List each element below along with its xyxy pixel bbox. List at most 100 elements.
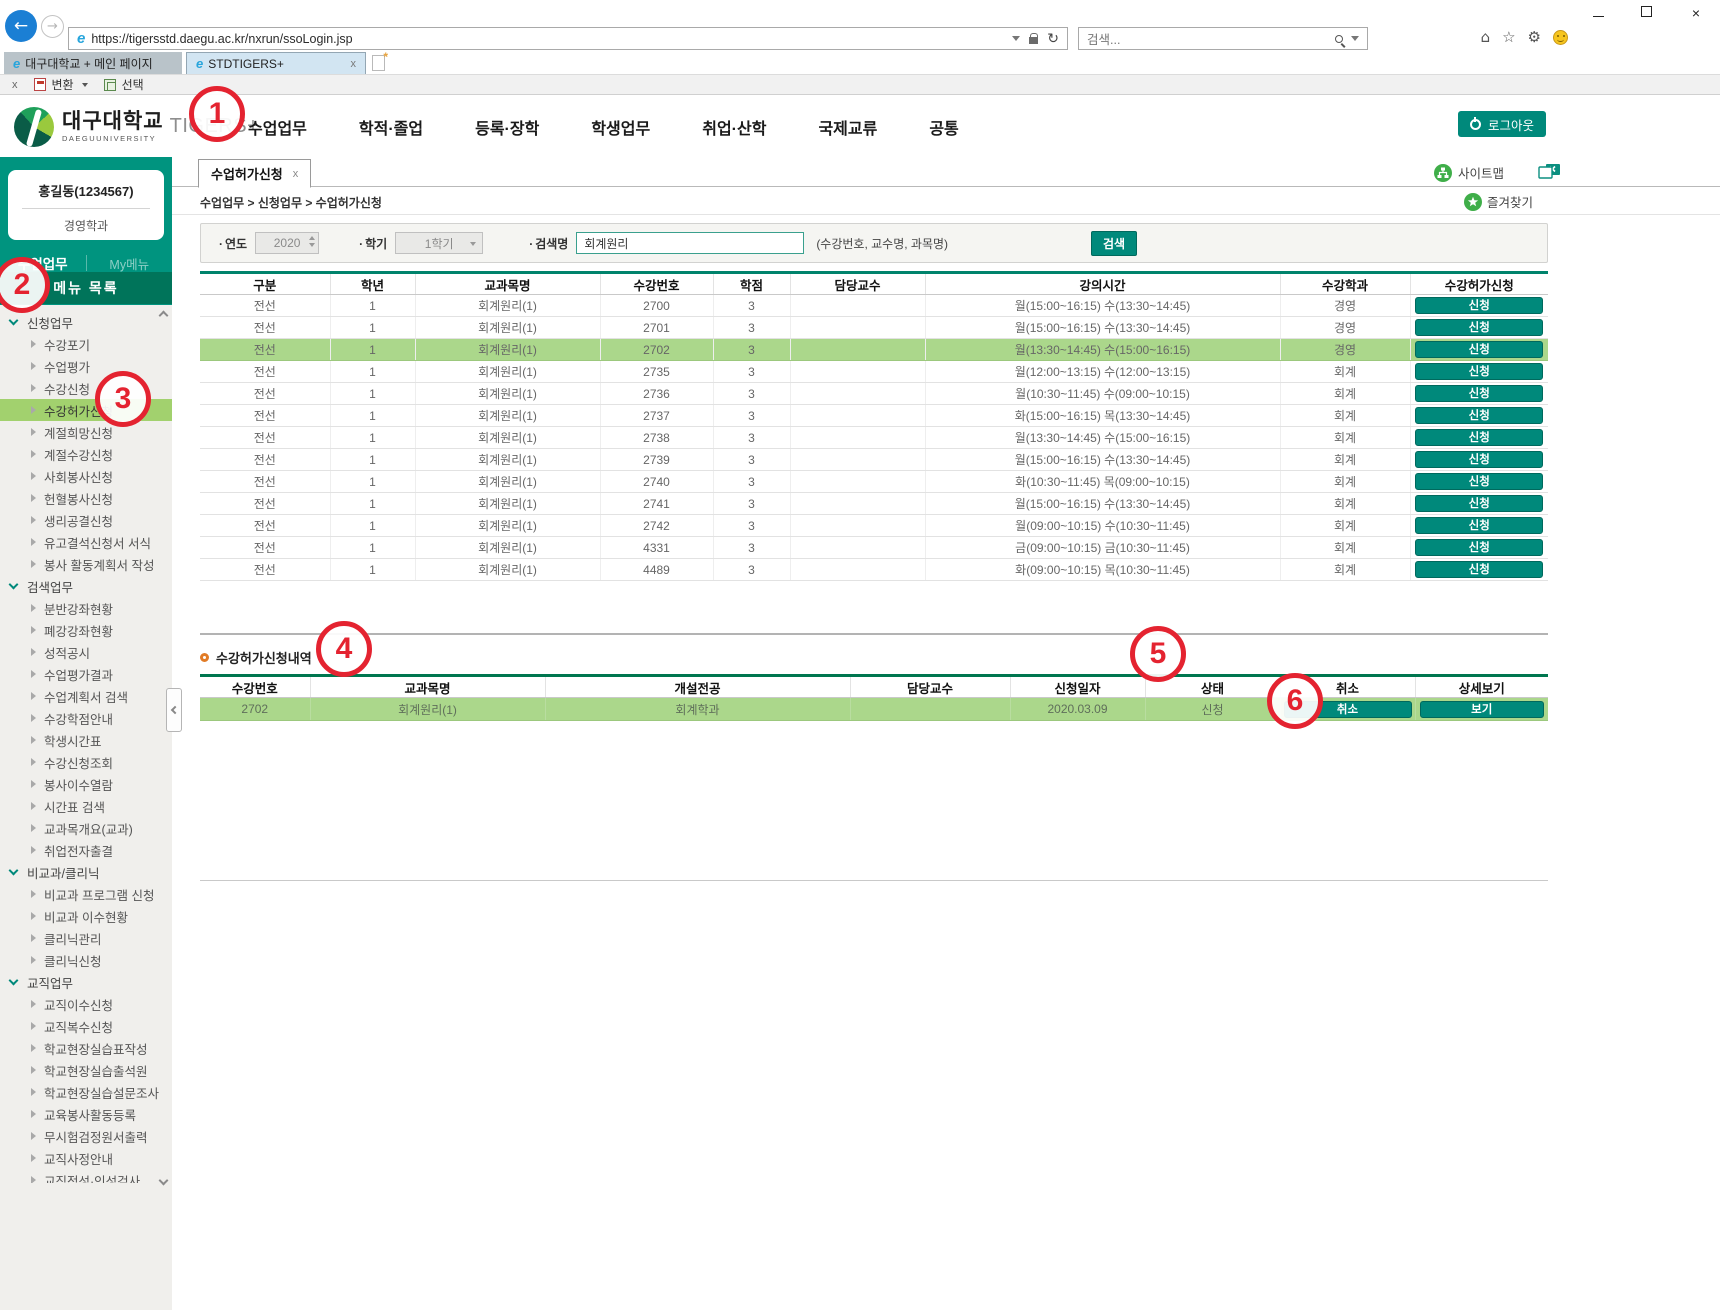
sidebar-tree-item[interactable]: 클리닉관리: [0, 927, 172, 949]
settings-gear-icon[interactable]: ⚙: [1528, 28, 1541, 46]
toolbar-close-icon[interactable]: x: [12, 79, 18, 91]
nav-item-career[interactable]: 취업·산학: [702, 115, 766, 139]
sidebar-tree-item[interactable]: 비교과 프로그램 신청: [0, 883, 172, 905]
sidebar-tree-item[interactable]: 사회봉사신청: [0, 465, 172, 487]
apply-button[interactable]: 신청: [1415, 363, 1543, 380]
sidebar-tree-item[interactable]: 무시험검정원서출력: [0, 1125, 172, 1147]
sidebar-tree-item[interactable]: 비교과 이수현황: [0, 905, 172, 927]
sidebar-tree-item[interactable]: 학교현장실습표작성: [0, 1037, 172, 1059]
sidebar-tree-item[interactable]: 수강학점안내: [0, 707, 172, 729]
apply-button[interactable]: 신청: [1415, 297, 1543, 314]
sidebar-tree-item[interactable]: 클리닉신청: [0, 949, 172, 971]
apply-button[interactable]: 신청: [1415, 407, 1543, 424]
apply-button[interactable]: 신청: [1415, 451, 1543, 468]
apply-button[interactable]: 신청: [1415, 517, 1543, 534]
search-button[interactable]: 검색: [1091, 231, 1137, 256]
scroll-down-icon[interactable]: [160, 1177, 169, 1186]
nav-item-registration[interactable]: 등록·장학: [475, 115, 539, 139]
feedback-smiley-icon[interactable]: [1553, 30, 1568, 45]
apply-button[interactable]: 신청: [1415, 429, 1543, 446]
sidebar-tree-item[interactable]: 교직업무: [0, 971, 172, 993]
nav-item-student[interactable]: 학생업무: [591, 115, 650, 139]
apply-button[interactable]: 신청: [1415, 495, 1543, 512]
nav-item-international[interactable]: 국제교류: [818, 115, 877, 139]
sidebar-tree-item[interactable]: 봉사 활동계획서 작성: [0, 553, 172, 575]
sidebar-tree-item[interactable]: 유고결석신청서 서식: [0, 531, 172, 553]
sidebar-tree-item[interactable]: 교직복수신청: [0, 1015, 172, 1037]
minimize-button[interactable]: [1593, 16, 1604, 17]
logout-button[interactable]: 로그아웃: [1458, 111, 1546, 137]
sidebar-tree-item[interactable]: 학교현장실습출석원: [0, 1059, 172, 1081]
sidebar-tree-item[interactable]: 교직사정안내: [0, 1147, 172, 1169]
year-spinner[interactable]: 2020: [255, 232, 319, 254]
sidebar-tree-item[interactable]: 교직적성·인성검사: [0, 1169, 172, 1183]
sidebar-tree-item[interactable]: 교직이수신청: [0, 993, 172, 1015]
cancel-button[interactable]: 취소: [1284, 701, 1412, 718]
sidebar-tree-item[interactable]: 교육봉사활동등록: [0, 1103, 172, 1125]
sidebar-tree-item[interactable]: 교과목개요(교과): [0, 817, 172, 839]
sitemap-link[interactable]: 사이트맵: [1434, 163, 1504, 182]
apply-button[interactable]: 신청: [1415, 561, 1543, 578]
view-detail-button[interactable]: 보기: [1420, 701, 1544, 718]
convert-dropdown-icon[interactable]: [82, 83, 88, 87]
sidebar-tree-item[interactable]: 봉사이수열람: [0, 773, 172, 795]
tab-close-icon[interactable]: x: [293, 168, 299, 180]
sidebar-tree-item[interactable]: 수강신청조회: [0, 751, 172, 773]
nav-item-common[interactable]: 공통: [929, 115, 958, 139]
url-dropdown-icon[interactable]: [1012, 36, 1020, 41]
university-logo[interactable]: [14, 107, 54, 147]
sidebar-tab-my-menu[interactable]: My메뉴: [87, 254, 173, 273]
sidebar-tree-item[interactable]: 신청업무: [0, 311, 172, 333]
url-field[interactable]: e https://tigersstd.daegu.ac.kr/nxrun/ss…: [68, 27, 1068, 50]
forward-button[interactable]: →: [41, 15, 64, 38]
search-icon[interactable]: [1335, 35, 1343, 43]
home-icon[interactable]: ⌂: [1481, 28, 1491, 46]
sidebar-tree-item[interactable]: 분반강좌현황: [0, 597, 172, 619]
apply-button[interactable]: 신청: [1415, 341, 1543, 358]
sidebar-tree-item[interactable]: 취업전자출결: [0, 839, 172, 861]
tab-close-icon[interactable]: x: [351, 58, 357, 70]
content-tab-course-permission[interactable]: 수업허가신청 x: [198, 159, 311, 188]
spin-up-icon[interactable]: [309, 236, 315, 240]
maximize-button[interactable]: [1641, 6, 1652, 17]
sidebar-collapse-handle[interactable]: [166, 688, 182, 732]
sidebar-tree-item[interactable]: 수강신청: [0, 377, 172, 399]
sidebar-tree-item[interactable]: 검색업무: [0, 575, 172, 597]
sidebar-tree-item[interactable]: 비교과/클리닉: [0, 861, 172, 883]
keyword-input[interactable]: 회계원리: [576, 232, 804, 254]
sidebar-tree-item[interactable]: 수업계획서 검색: [0, 685, 172, 707]
new-tab-button[interactable]: [372, 55, 385, 71]
nav-item-course[interactable]: 수업업무: [248, 115, 307, 139]
apply-button[interactable]: 신청: [1415, 385, 1543, 402]
sidebar-tree-item[interactable]: 학생시간표: [0, 729, 172, 751]
apply-button[interactable]: 신청: [1415, 473, 1543, 490]
sidebar-tree-item[interactable]: 수업평가: [0, 355, 172, 377]
sidebar-tree-item[interactable]: 계절수강신청: [0, 443, 172, 465]
sidebar-tab-course-work[interactable]: 수업업무: [0, 253, 86, 273]
convert-button[interactable]: 변환: [52, 76, 74, 93]
add-favorite-link[interactable]: 즐겨찾기: [1464, 192, 1533, 211]
sidebar-tree-item[interactable]: 헌혈봉사신청: [0, 487, 172, 509]
spin-down-icon[interactable]: [309, 243, 315, 247]
close-all-tabs-icon[interactable]: [1538, 163, 1561, 185]
sidebar-tree-item[interactable]: 계절희망신청: [0, 421, 172, 443]
search-dropdown-icon[interactable]: [1351, 36, 1359, 41]
apply-button[interactable]: 신청: [1415, 319, 1543, 336]
sidebar-tree-item[interactable]: 수강포기: [0, 333, 172, 355]
scroll-up-icon[interactable]: [160, 309, 169, 318]
browser-search-box[interactable]: 검색...: [1078, 27, 1368, 50]
apply-button[interactable]: 신청: [1415, 539, 1543, 556]
refresh-icon[interactable]: ↻: [1047, 32, 1059, 46]
semester-select[interactable]: 1학기: [395, 232, 483, 254]
sidebar-tree-item[interactable]: 폐강강좌현황: [0, 619, 172, 641]
sidebar-tree-item[interactable]: 생리공결신청: [0, 509, 172, 531]
close-button[interactable]: ×: [1692, 6, 1700, 20]
sidebar-tree-item[interactable]: 시간표 검색: [0, 795, 172, 817]
sidebar-tree-item[interactable]: 성적공시: [0, 641, 172, 663]
browser-tab-daegu-main[interactable]: e 대구대학교 + 메인 페이지: [4, 52, 182, 74]
back-button[interactable]: ←: [5, 10, 37, 42]
select-button[interactable]: 선택: [122, 76, 144, 93]
browser-tab-stdtigers[interactable]: e STDTIGERS+ x: [186, 52, 366, 74]
favorites-icon[interactable]: ☆: [1502, 28, 1515, 46]
sidebar-tree-item[interactable]: 수강허가신청: [0, 399, 172, 421]
